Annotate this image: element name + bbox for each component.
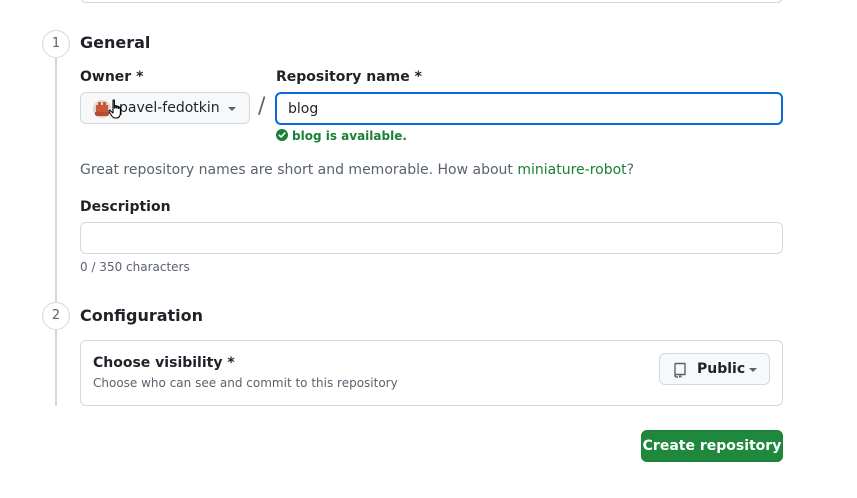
pointer-cursor-icon bbox=[108, 99, 121, 119]
repo-name-label: Repository name * bbox=[276, 69, 422, 85]
availability-text: blog is available. bbox=[292, 129, 407, 143]
owner-repo-separator: / bbox=[258, 94, 266, 119]
visibility-panel: Choose visibility * Choose who can see a… bbox=[80, 340, 783, 406]
previous-card bbox=[80, 0, 783, 3]
suggestion-suffix: ? bbox=[626, 162, 635, 178]
availability-message: blog is available. bbox=[276, 129, 407, 143]
visibility-select-button[interactable]: Public bbox=[659, 353, 770, 385]
owner-label: Owner * bbox=[80, 69, 144, 85]
section-title-general: General bbox=[80, 33, 151, 52]
repo-icon bbox=[674, 362, 686, 378]
suggested-name-link[interactable]: miniature-robot bbox=[517, 162, 626, 178]
step-number-2: 2 bbox=[42, 302, 70, 330]
suggestion-prefix: Great repository names are short and mem… bbox=[80, 162, 518, 178]
owner-select-button[interactable]: pavel-fedotkin bbox=[80, 92, 250, 124]
repository-name-input[interactable] bbox=[275, 92, 783, 125]
create-repository-button[interactable]: Create repository bbox=[641, 430, 783, 462]
name-suggestion: Great repository names are short and mem… bbox=[80, 162, 634, 178]
owner-name: pavel-fedotkin bbox=[119, 100, 220, 116]
chevron-down-icon bbox=[228, 107, 236, 111]
new-repository-form: 1 General Owner * Repository name * pave… bbox=[0, 0, 857, 498]
description-input[interactable] bbox=[80, 222, 783, 254]
visibility-value: Public bbox=[697, 361, 746, 377]
visibility-title: Choose visibility * bbox=[93, 355, 235, 371]
check-circle-icon bbox=[276, 129, 288, 141]
description-char-count: 0 / 350 characters bbox=[80, 260, 190, 274]
step-timeline bbox=[55, 58, 57, 406]
section-title-configuration: Configuration bbox=[80, 306, 204, 325]
step-number-1: 1 bbox=[42, 30, 70, 58]
description-label: Description bbox=[80, 199, 171, 215]
chevron-down-icon bbox=[749, 368, 757, 372]
visibility-subtitle: Choose who can see and commit to this re… bbox=[93, 376, 398, 390]
